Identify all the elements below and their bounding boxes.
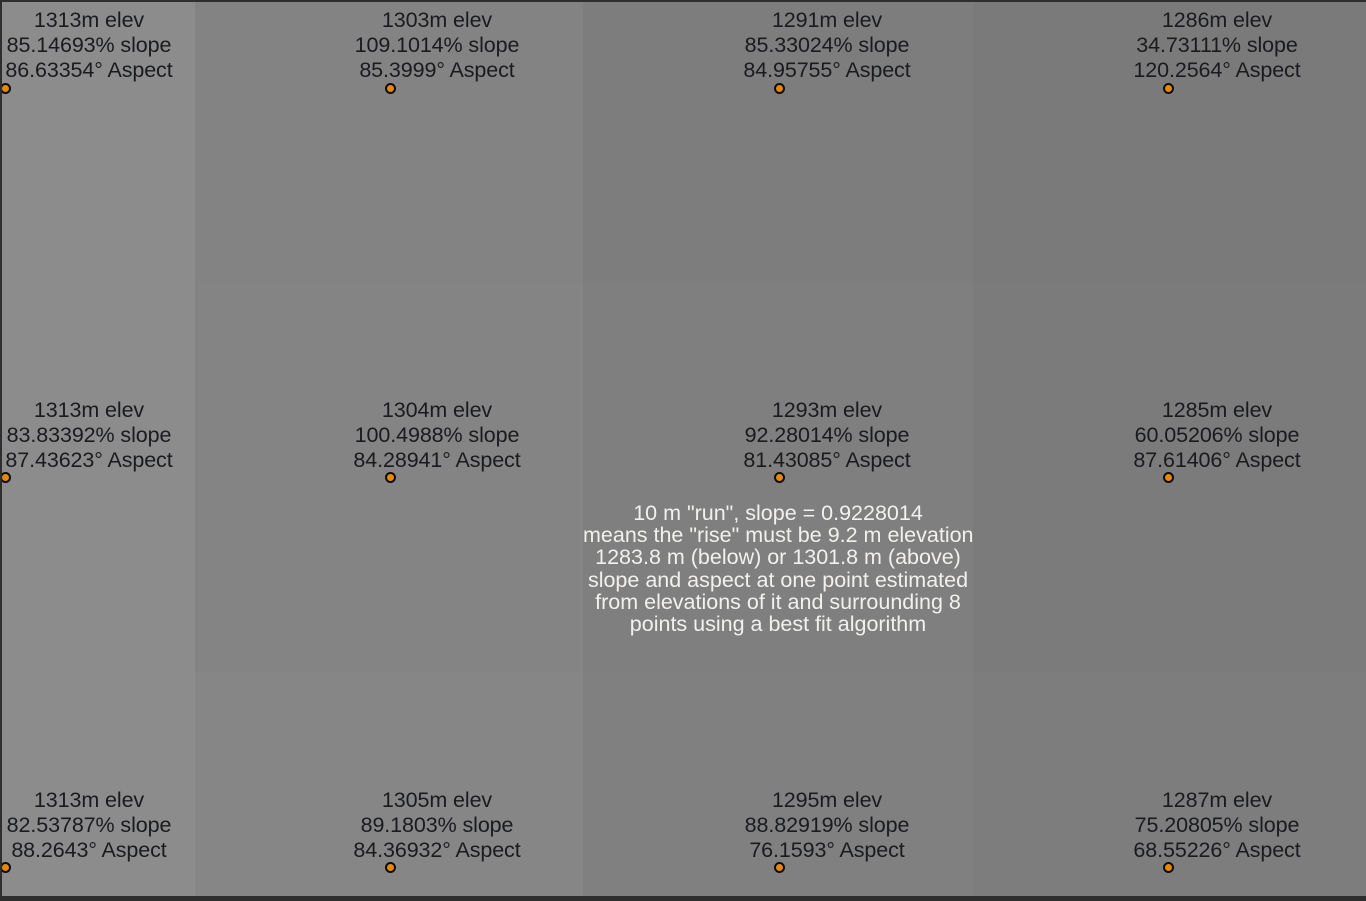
annotation-line-6: points using a best fit algorithm (629, 612, 927, 637)
point-r3-c3-aspect: 76.1593° Aspect (749, 838, 905, 862)
point-r1-c1-marker-icon[interactable] (0, 83, 11, 94)
point-r1-c3-marker-icon[interactable] (774, 83, 785, 94)
point-r2-c2-slope: 100.4988% slope (354, 423, 520, 447)
point-r2-c4-slope: 60.05206% slope (1134, 423, 1300, 447)
point-r1-c2-marker-icon[interactable] (385, 83, 396, 94)
point-r1-c1-aspect: 86.63354° Aspect (5, 58, 173, 82)
point-r1-c3-elevation: 1291m elev (771, 8, 883, 32)
point-r2-c1-slope: 83.83392% slope (6, 423, 172, 447)
point-r3-c2-elevation: 1305m elev (381, 788, 493, 812)
point-r3-c2-label: 1305m elev 89.1803% slope 84.36932° Aspect (312, 788, 562, 863)
point-r3-c2-aspect: 84.36932° Aspect (353, 838, 521, 862)
annotation-line-1: 10 m "run", slope = 0.9228014 (633, 501, 923, 525)
point-r3-c3-marker-icon[interactable] (774, 862, 785, 873)
point-r2-c1-aspect: 87.43623° Aspect (5, 448, 173, 472)
point-r2-c1-marker-icon[interactable] (0, 472, 11, 483)
point-r3-c1-marker-icon[interactable] (0, 862, 11, 873)
point-r2-c3-label: 1293m elev 92.28014% slope 81.43085° Aspec… (702, 398, 952, 473)
point-r3-c4-label: 1287m elev 75.20805% slope 68.55226° Aspec… (1092, 788, 1342, 863)
point-r3-c3-slope: 88.82919% slope (744, 813, 910, 837)
dem-raster-viewport: 1313m elev 85.14693% slope 86.63354° Aspec… (0, 0, 1366, 901)
viewport-top-edge (0, 0, 1366, 2)
point-r3-c4-slope: 75.20805% slope (1134, 813, 1300, 837)
point-r3-c4-aspect: 68.55226° Aspect (1133, 838, 1301, 862)
point-r2-c1-elevation: 1313m elev (33, 398, 145, 422)
point-r3-c1-label: 1313m elev 82.53787% slope 88.2643° Aspect (0, 788, 178, 863)
viewport-bottom-edge (0, 896, 1366, 901)
point-r1-c2-elevation: 1303m elev (381, 8, 493, 32)
point-r2-c4-label: 1285m elev 60.05206% slope 87.61406° Aspec… (1092, 398, 1342, 473)
point-r2-c4-elevation: 1285m elev (1161, 398, 1273, 422)
point-r1-c4-aspect: 120.2564° Aspect (1133, 58, 1301, 82)
point-r3-c1-elevation: 1313m elev (33, 788, 145, 812)
point-r2-c2-aspect: 84.28941° Aspect (353, 448, 521, 472)
point-r1-c4-label: 1286m elev 34.73111% slope 120.2564° Aspec… (1092, 8, 1342, 83)
point-r3-c3-label: 1295m elev 88.82919% slope 76.1593° Aspect (702, 788, 952, 863)
point-r1-c4-slope: 34.73111% slope (1136, 33, 1298, 57)
point-r1-c1-elevation: 1313m elev (33, 8, 145, 32)
point-r1-c2-slope: 109.1014% slope (354, 33, 520, 57)
point-r2-c2-elevation: 1304m elev (381, 398, 493, 422)
point-r3-c3-elevation: 1295m elev (771, 788, 883, 812)
point-r2-c3-elevation: 1293m elev (771, 398, 883, 422)
point-r2-c3-aspect: 81.43085° Aspect (743, 448, 911, 472)
point-r1-c1-label: 1313m elev 85.14693% slope 86.63354° Aspec… (0, 8, 178, 83)
point-r2-c3-marker-icon[interactable] (774, 472, 785, 483)
point-r2-c4-aspect: 87.61406° Aspect (1133, 448, 1301, 472)
annotation-line-3: 1283.8 m (below) or 1301.8 m (above) (595, 545, 961, 570)
point-r3-c4-marker-icon[interactable] (1163, 862, 1174, 873)
annotation-line-5: from elevations of it and surrounding 8 (595, 589, 961, 614)
point-r2-c4-marker-icon[interactable] (1163, 472, 1174, 483)
point-r2-c3-slope: 92.28014% slope (744, 423, 910, 447)
point-r1-c4-marker-icon[interactable] (1163, 83, 1174, 94)
point-r3-c1-aspect: 88.2643° Aspect (11, 838, 167, 862)
point-r1-c4-elevation: 1286m elev (1161, 8, 1273, 32)
point-r1-c2-label: 1303m elev 109.1014% slope 85.3999° Aspect (312, 8, 562, 83)
point-r1-c3-label: 1291m elev 85.33024% slope 84.95755° Aspec… (702, 8, 952, 83)
point-r1-c3-slope: 85.33024% slope (744, 33, 910, 57)
point-r3-c2-marker-icon[interactable] (385, 862, 396, 873)
point-r2-c2-label: 1304m elev 100.4988% slope 84.28941° Aspec… (312, 398, 562, 473)
cell-r3-c1 (0, 672, 195, 901)
slope-explanation-annotation: 10 m "run", slope = 0.9228014 means the "… (583, 501, 974, 637)
point-r1-c3-aspect: 84.95755° Aspect (743, 58, 911, 82)
point-r3-c4-elevation: 1287m elev (1161, 788, 1273, 812)
point-r2-c2-marker-icon[interactable] (385, 472, 396, 483)
annotation-line-4: slope and aspect at one point estimated (587, 567, 969, 592)
point-r1-c1-slope: 85.14693% slope (6, 33, 172, 57)
annotation-line-2: means the "rise" must be 9.2 m elevation (583, 523, 974, 548)
point-r1-c2-aspect: 85.3999° Aspect (359, 58, 515, 82)
point-r2-c1-label: 1313m elev 83.83392% slope 87.43623° Aspec… (0, 398, 178, 473)
point-r3-c1-slope: 82.53787% slope (6, 813, 172, 837)
cell-r2-c1 (0, 283, 195, 672)
point-r3-c2-slope: 89.1803% slope (360, 813, 514, 837)
